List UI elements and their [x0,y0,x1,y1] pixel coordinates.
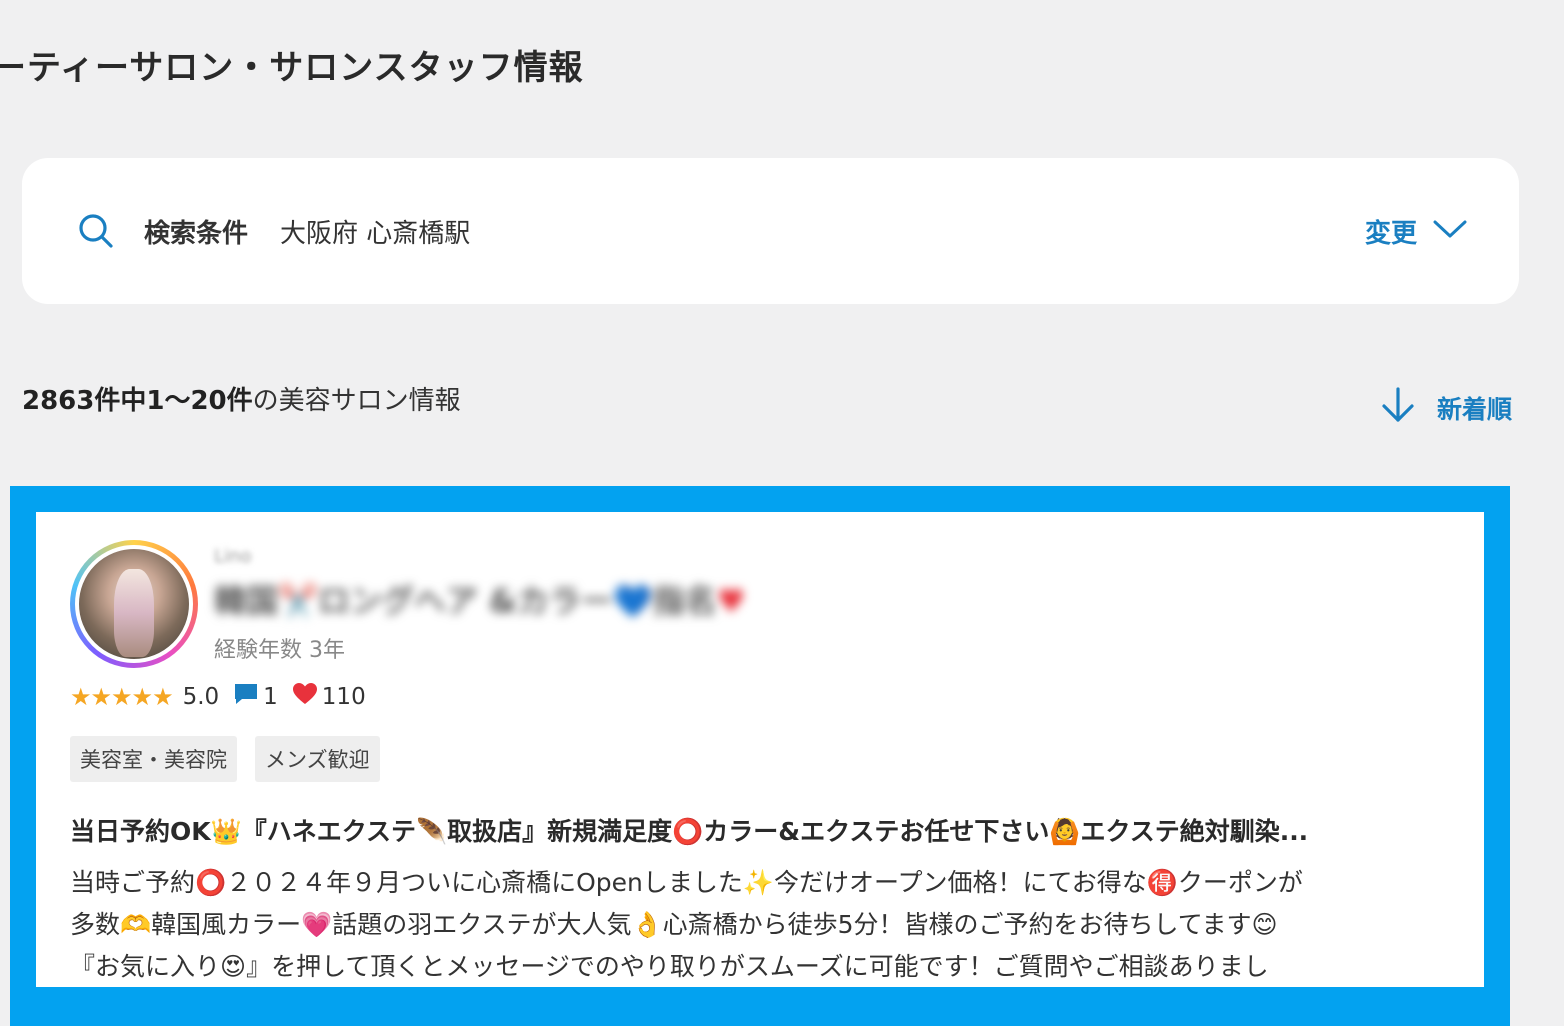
salon-catchphrase[interactable]: 当日予約OK👑『ハネエクステ🪶取扱店』新規満足度⭕カラー&エクステお任せ下さい🙆… [70,812,1450,848]
page-title: ーティーサロン・サロンスタッフ情報 [0,48,584,88]
rating-stars: ★★★★★ [70,683,174,711]
tag-item: メンズ歓迎 [255,736,380,782]
arrow-down-icon [1381,387,1415,429]
staff-experience: 経験年数 3年 [214,638,345,663]
salon-card-highlight: Lino 韓国✂️ロングヘア &カラー💙指名♥ 経験年数 3年 ★★★★★ 5.… [10,486,1510,1026]
sort-label: 新着順 [1436,395,1512,424]
chevron-down-icon [1433,216,1467,246]
change-conditions-button[interactable]: 変更 [1365,213,1467,250]
tag-item: 美容室・美容院 [70,736,237,782]
comment-icon [233,682,263,712]
description-line: 多数🫶韓国風カラー💗話題の羽エクステが大人気👌心斎橋から徒歩5分！皆様のご予約を… [70,910,1278,939]
avatar[interactable] [70,540,198,668]
description-line: 当時ご予約⭕２０２４年９月ついに心斎橋にOpenしました✨今だけオープン価格！に… [70,868,1303,897]
change-label: 変更 [1364,218,1417,249]
like-count: 110 [292,682,366,712]
result-count: 2863件中1〜20件の美容サロン情報 [22,380,461,417]
rating-value: 5.0 [182,684,220,710]
heart-icon [292,682,322,712]
staff-info: Lino 韓国✂️ロングヘア &カラー💙指名♥ 経験年数 3年 [214,540,745,664]
search-conditions-label: 検索条件 [144,218,249,249]
comment-count: 1 [233,682,278,712]
results-header: 2863件中1〜20件の美容サロン情報 新着順 [22,370,1512,426]
search-icon [78,213,114,249]
avatar-photo [75,545,193,663]
search-conditions-value: 大阪府 心斎橋駅 [280,218,471,249]
description-line: 『お気に入り😍』を押して頂くとメッセージでのやり取りがスムーズに可能です！ご質問… [70,952,1269,981]
salon-card[interactable]: Lino 韓国✂️ロングヘア &カラー💙指名♥ 経験年数 3年 ★★★★★ 5.… [36,512,1484,987]
salon-description: 当時ご予約⭕２０２４年９月ついに心斎橋にOpenしました✨今だけオープン価格！に… [70,862,1470,987]
sort-button[interactable]: 新着順 [1381,387,1512,429]
search-conditions-box[interactable]: 検索条件 大阪府 心斎橋駅 変更 [22,158,1519,304]
staff-role-blurred: Lino [214,546,252,567]
staff-header: Lino 韓国✂️ロングヘア &カラー💙指名♥ 経験年数 3年 [70,540,1450,668]
staff-name-blurred[interactable]: 韓国✂️ロングヘア &カラー💙指名♥ [214,576,745,622]
result-count-suffix: の美容サロン情報 [252,385,461,416]
tag-list: 美容室・美容院 メンズ歓迎 [70,736,1450,782]
result-count-range: 2863件中1〜20件 [22,385,253,416]
stats-row: ★★★★★ 5.0 1 110 [70,682,1450,712]
